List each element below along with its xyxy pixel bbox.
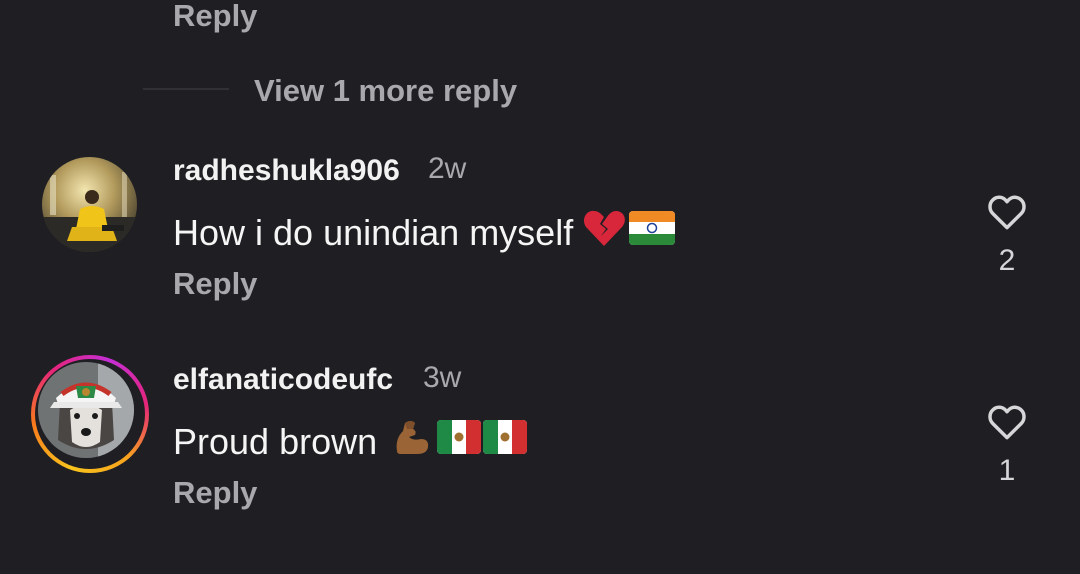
broken-heart-icon	[583, 208, 626, 257]
comment-text: How i do unindian myself	[173, 208, 676, 257]
comment-text: Proud brown	[173, 417, 528, 466]
story-ring[interactable]	[31, 355, 149, 473]
avatar	[38, 362, 134, 458]
comments-panel: Reply View 1 more reply radheshukla906 2…	[0, 0, 1080, 574]
reply-button[interactable]: Reply	[173, 266, 257, 302]
heart-icon	[988, 405, 1026, 440]
view-more-replies-button[interactable]: View 1 more reply	[254, 73, 517, 109]
reply-button[interactable]: Reply	[173, 475, 257, 511]
avatar-image	[38, 362, 134, 458]
comment-timestamp: 3w	[423, 361, 462, 394]
reply-button[interactable]: Reply	[173, 0, 257, 34]
comment-body: How i do unindian myself	[173, 211, 574, 253]
comment-timestamp: 2w	[428, 152, 467, 185]
comment-username[interactable]: elfanaticodeufc	[173, 363, 393, 397]
avatar[interactable]	[42, 157, 137, 252]
flexed-biceps-icon	[391, 417, 431, 466]
flag-mexico-icon	[483, 420, 528, 463]
flag-india-icon	[629, 211, 676, 254]
heart-icon	[988, 195, 1026, 230]
thread-divider	[143, 88, 229, 90]
like-count: 1	[998, 454, 1016, 487]
like-button[interactable]	[985, 190, 1029, 234]
like-button[interactable]	[985, 400, 1029, 444]
comment-username[interactable]: radheshukla906	[173, 154, 400, 188]
like-count: 2	[998, 244, 1016, 277]
flag-mexico-icon	[437, 420, 482, 463]
comment-body: Proud brown	[173, 420, 378, 462]
avatar-image	[42, 157, 137, 252]
